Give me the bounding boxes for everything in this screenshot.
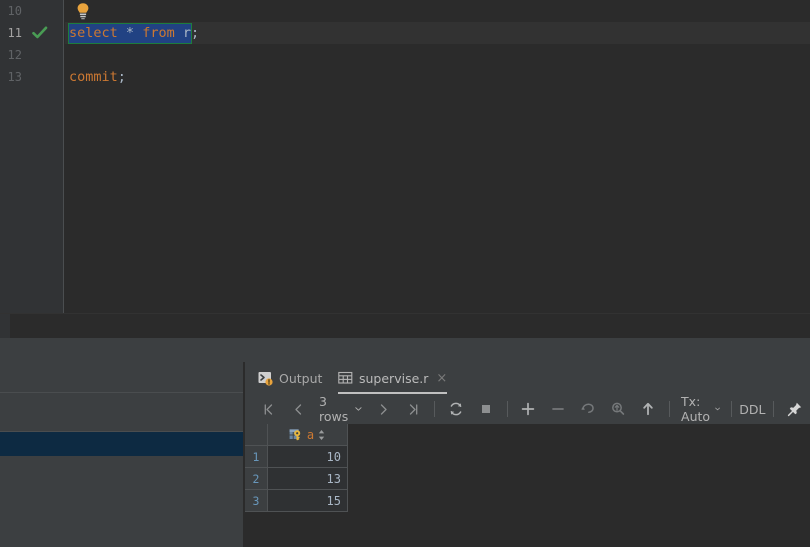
results-panel: Output supervise.r × 3 rows Tx: Auto DDL… bbox=[245, 362, 810, 547]
list-item-selected[interactable] bbox=[0, 432, 243, 456]
keyword-from: from bbox=[142, 25, 175, 41]
table-name: r bbox=[182, 25, 191, 41]
tab-label: supervise.r bbox=[359, 370, 429, 386]
grid-column-header-a[interactable]: a bbox=[268, 424, 348, 446]
grid-header-row: a bbox=[245, 424, 348, 446]
gutter-line-10: 10 bbox=[0, 0, 64, 22]
refresh-icon[interactable] bbox=[441, 394, 471, 424]
tab-label: Output bbox=[279, 370, 323, 386]
row-number: 3 bbox=[245, 490, 268, 512]
line-number: 10 bbox=[7, 4, 22, 18]
column-name: a bbox=[306, 427, 315, 442]
toolbar-separator bbox=[773, 401, 774, 417]
cell-a[interactable]: 10 bbox=[268, 446, 348, 468]
primary-key-icon bbox=[289, 428, 304, 441]
sql-editor[interactable]: 10 11 12 13 select * from r; commit; bbox=[0, 0, 810, 338]
console-output-icon bbox=[258, 371, 273, 386]
results-grid[interactable]: a 1 10 2 13 3 15 bbox=[245, 424, 810, 547]
table-row[interactable]: 2 13 bbox=[245, 468, 348, 490]
keyword-select: select bbox=[69, 25, 118, 41]
sort-indicator-icon[interactable] bbox=[317, 429, 326, 441]
table-row[interactable]: 1 10 bbox=[245, 446, 348, 468]
stop-icon[interactable] bbox=[471, 394, 501, 424]
previous-page-button[interactable] bbox=[283, 394, 313, 424]
ddl-button[interactable]: DDL bbox=[737, 394, 767, 424]
green-check-icon[interactable] bbox=[32, 26, 48, 40]
row-count-dropdown[interactable]: 3 rows bbox=[313, 394, 368, 424]
toolbar-separator bbox=[506, 401, 508, 417]
left-side-panel[interactable] bbox=[0, 362, 243, 547]
selected-statement[interactable]: select * from r bbox=[68, 23, 192, 44]
line-number: 13 bbox=[7, 70, 22, 84]
toolbar-separator bbox=[434, 401, 435, 417]
code-area[interactable]: select * from r; commit; bbox=[65, 0, 810, 313]
star-operator: * bbox=[125, 25, 135, 41]
gutter-bottom-extension bbox=[0, 314, 10, 338]
toolbar-separator bbox=[730, 401, 732, 417]
transaction-mode-label: Tx: Auto bbox=[681, 394, 711, 424]
table-grid-icon bbox=[338, 371, 353, 385]
toolbar-separator bbox=[669, 401, 671, 417]
list-item[interactable] bbox=[0, 456, 243, 547]
tab-supervise-r[interactable]: supervise.r × bbox=[338, 362, 448, 394]
chevron-down-icon bbox=[714, 407, 720, 411]
commit-semicolon: ; bbox=[117, 69, 126, 85]
next-page-button[interactable] bbox=[368, 394, 398, 424]
ddl-label: DDL bbox=[739, 401, 766, 417]
table-row[interactable]: 3 15 bbox=[245, 490, 348, 512]
submit-upload-icon[interactable] bbox=[633, 394, 663, 424]
chevron-down-icon bbox=[355, 407, 362, 411]
last-page-button[interactable] bbox=[398, 394, 428, 424]
editor-bottom-strip bbox=[0, 313, 810, 338]
row-number: 1 bbox=[245, 446, 268, 468]
statement-semicolon: ; bbox=[191, 25, 200, 41]
list-item[interactable] bbox=[0, 393, 243, 432]
results-tab-bar: Output supervise.r × bbox=[245, 362, 810, 394]
transaction-mode-dropdown[interactable]: Tx: Auto bbox=[676, 394, 725, 424]
results-toolbar: 3 rows Tx: Auto DDL bbox=[245, 394, 810, 424]
gutter-line-13: 13 bbox=[0, 66, 64, 88]
line-number: 12 bbox=[7, 48, 22, 62]
row-number: 2 bbox=[245, 468, 268, 490]
delete-row-button[interactable] bbox=[543, 394, 573, 424]
revert-icon[interactable] bbox=[573, 394, 603, 424]
keyword-commit: commit bbox=[69, 69, 118, 85]
revert-selected-icon[interactable] bbox=[603, 394, 633, 424]
code-line-13[interactable]: commit; bbox=[69, 66, 126, 88]
pin-icon[interactable] bbox=[780, 394, 810, 424]
close-icon[interactable]: × bbox=[436, 372, 447, 385]
editor-gutter[interactable]: 10 11 12 13 bbox=[0, 0, 64, 313]
grid-corner-cell[interactable] bbox=[245, 424, 268, 446]
gutter-line-12: 12 bbox=[0, 44, 64, 66]
code-line-11[interactable]: select * from r; bbox=[68, 22, 200, 44]
first-page-button[interactable] bbox=[253, 394, 283, 424]
add-row-button[interactable] bbox=[513, 394, 543, 424]
ide-window: 10 11 12 13 select * from r; commit; Out… bbox=[0, 0, 810, 547]
row-count-label: 3 rows bbox=[319, 394, 349, 424]
gutter-line-11: 11 bbox=[0, 22, 64, 44]
panel-separator-band bbox=[0, 338, 810, 362]
cell-a[interactable]: 15 bbox=[268, 490, 348, 512]
tab-output[interactable]: Output bbox=[258, 362, 322, 394]
cell-a[interactable]: 13 bbox=[268, 468, 348, 490]
line-number: 11 bbox=[7, 26, 22, 40]
list-item[interactable] bbox=[0, 362, 243, 393]
